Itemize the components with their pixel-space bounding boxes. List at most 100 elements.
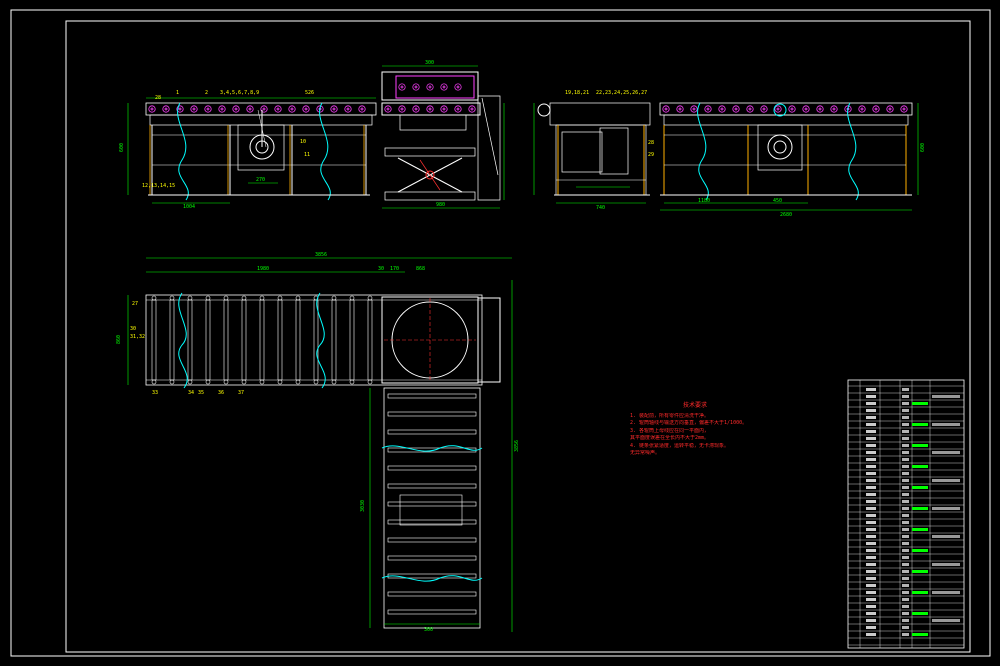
parts-qty-glyph xyxy=(902,388,909,391)
roller-axle xyxy=(150,107,154,111)
roller-symbol xyxy=(398,83,406,91)
parts-material-glyph xyxy=(912,633,928,636)
parts-name-glyph xyxy=(866,556,876,559)
svg-text:12,13,14,15: 12,13,14,15 xyxy=(142,183,175,189)
roller-axle xyxy=(804,107,808,111)
parts-name-glyph xyxy=(866,437,876,440)
roller-symbol xyxy=(872,105,880,113)
dim-plan-small: 27 xyxy=(132,301,138,307)
roller-axle xyxy=(706,107,710,111)
plan-roller-end xyxy=(367,379,373,385)
parts-name-glyph xyxy=(866,563,876,566)
parts-std-glyph xyxy=(932,423,960,426)
roller-symbol xyxy=(246,105,254,113)
parts-name-glyph xyxy=(866,626,876,629)
roller-axle xyxy=(220,107,224,111)
parts-qty-glyph xyxy=(902,402,909,405)
dim-bottom-300: 300 xyxy=(424,627,433,633)
roller-axle xyxy=(664,107,668,111)
parts-qty-glyph xyxy=(902,535,909,538)
parts-qty-glyph xyxy=(902,619,909,622)
roller-axle xyxy=(248,107,252,111)
parts-material-glyph xyxy=(912,486,928,489)
roller-symbol xyxy=(468,105,476,113)
parts-name-glyph xyxy=(866,409,876,412)
svg-text:31,32: 31,32 xyxy=(130,334,145,340)
roller-axle xyxy=(762,107,766,111)
roller-symbol xyxy=(718,105,726,113)
roller-symbol xyxy=(900,105,908,113)
roller-symbol xyxy=(162,105,170,113)
parts-name-glyph xyxy=(866,430,876,433)
roller-symbol xyxy=(148,105,156,113)
parts-qty-glyph xyxy=(902,430,909,433)
roller-symbol xyxy=(440,105,448,113)
svg-text:37: 37 xyxy=(238,390,244,396)
svg-text:29: 29 xyxy=(648,152,654,158)
parts-name-glyph xyxy=(866,479,876,482)
roller-symbol xyxy=(830,105,838,113)
plan-roller-end xyxy=(295,295,301,301)
svg-text:28: 28 xyxy=(155,95,161,101)
roller-symbol xyxy=(454,105,462,113)
plan-roller xyxy=(205,299,211,381)
dim-right-450: 450 xyxy=(773,198,782,204)
roller-symbol xyxy=(288,105,296,113)
roller-symbol xyxy=(774,105,782,113)
parts-name-glyph xyxy=(866,507,876,510)
parts-name-glyph xyxy=(866,542,876,545)
plan-roller xyxy=(387,429,477,435)
parts-name-glyph xyxy=(866,388,876,391)
parts-name-glyph xyxy=(866,402,876,405)
roller-symbol xyxy=(302,105,310,113)
plan-roller xyxy=(349,299,355,381)
parts-material-glyph xyxy=(912,423,928,426)
parts-qty-glyph xyxy=(902,500,909,503)
right-elevation-view: 1180 450 2680 600 xyxy=(659,102,926,218)
roller-axle xyxy=(276,107,280,111)
roller-axle xyxy=(414,85,418,89)
parts-material-glyph xyxy=(912,612,928,615)
svg-text:30: 30 xyxy=(130,326,136,332)
parts-qty-glyph xyxy=(902,570,909,573)
plan-roller xyxy=(387,465,477,471)
roller-symbol xyxy=(412,105,420,113)
plan-roller-end xyxy=(151,379,157,385)
roller-axle xyxy=(206,107,210,111)
plan-roller-end xyxy=(295,379,301,385)
roller-axle xyxy=(164,107,168,111)
parts-name-glyph xyxy=(866,493,876,496)
parts-name-glyph xyxy=(866,570,876,573)
plan-roller xyxy=(387,537,477,543)
plan-roller-end xyxy=(223,295,229,301)
plan-roller xyxy=(387,483,477,489)
plan-roller xyxy=(151,299,157,381)
plan-roller xyxy=(313,299,319,381)
parts-name-glyph xyxy=(866,577,876,580)
plan-roller xyxy=(387,393,477,399)
parts-name-glyph xyxy=(866,444,876,447)
parts-name-glyph xyxy=(866,549,876,552)
roller-axle xyxy=(178,107,182,111)
dim-plan-c: 868 xyxy=(416,266,425,272)
plan-roller-end xyxy=(187,295,193,301)
plan-roller-end xyxy=(241,295,247,301)
plan-roller xyxy=(259,299,265,381)
parts-name-glyph xyxy=(866,584,876,587)
parts-qty-glyph xyxy=(902,395,909,398)
parts-qty-glyph xyxy=(902,514,909,517)
plan-roller xyxy=(387,609,477,615)
svg-text:34: 34 xyxy=(188,390,194,396)
plan-roller-end xyxy=(151,295,157,301)
parts-qty-glyph xyxy=(902,556,909,559)
roller-symbol xyxy=(218,105,226,113)
roller-symbol xyxy=(746,105,754,113)
parts-qty-glyph xyxy=(902,486,909,489)
dim-front-1004: 1004 xyxy=(183,204,195,210)
parts-qty-glyph xyxy=(902,612,909,615)
plan-roller-end xyxy=(331,379,337,385)
parts-name-glyph xyxy=(866,514,876,517)
parts-qty-glyph xyxy=(902,472,909,475)
parts-qty-glyph xyxy=(902,465,909,468)
roller-symbol xyxy=(412,83,420,91)
